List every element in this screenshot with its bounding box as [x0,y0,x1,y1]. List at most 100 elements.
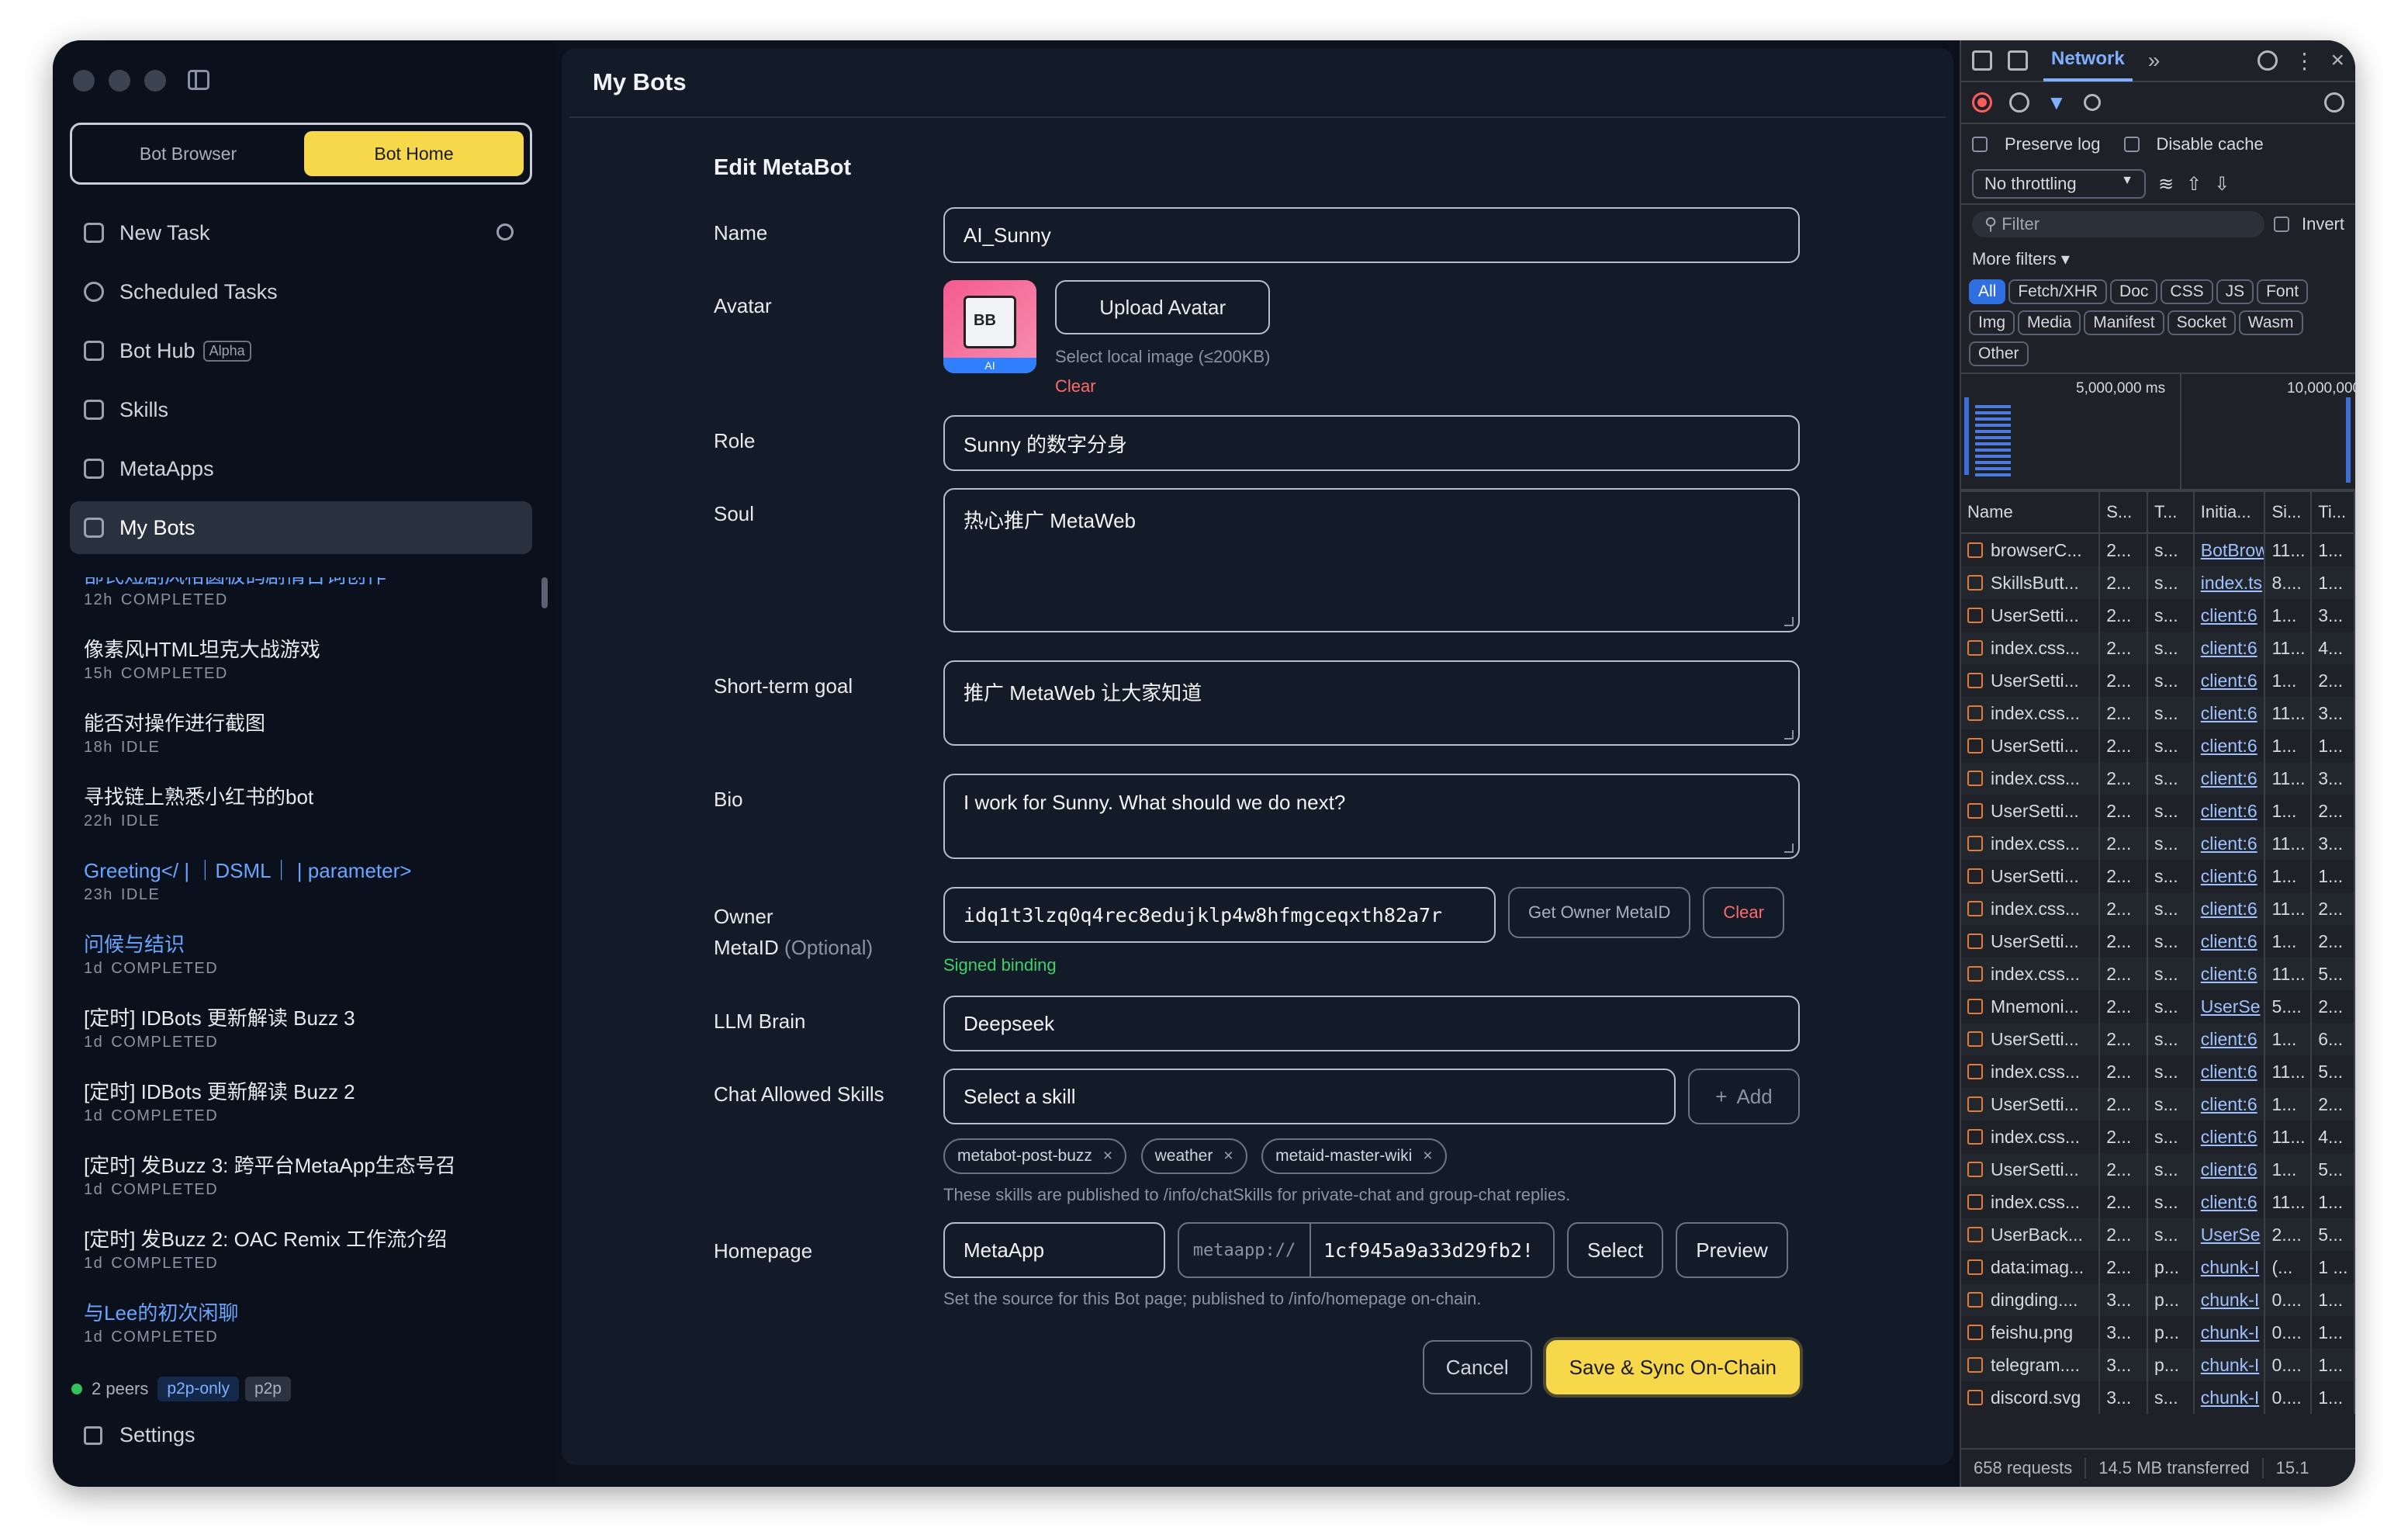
disable-cache-checkbox[interactable] [2123,137,2140,152]
table-cell[interactable]: client:6 [2195,632,2266,664]
table-cell[interactable]: client:6 [2195,1153,2266,1186]
table-cell[interactable]: client:6 [2195,892,2266,925]
owner-clear-button[interactable]: Clear [1703,887,1784,938]
task-item[interactable]: [定时] 发Buzz 2: OAC Remix 工作流介绍 1d COMPLETE… [70,1224,532,1297]
task-item[interactable]: 像素风HTML坦克大战游戏 15h COMPLETED [70,634,532,708]
column-header[interactable]: Si... [2265,492,2313,532]
kebab-menu-icon[interactable]: ⋮ [2293,48,2315,74]
table-row[interactable]: UserSetti... 2... s... client:6 1... 6... [1961,1023,2355,1055]
clear-icon[interactable] [2009,92,2029,113]
filter-css[interactable]: CSS [2161,279,2213,304]
tab-network[interactable]: Network [2043,40,2133,81]
table-row[interactable]: feishu.png 3... p... chunk-I 0.... 1... [1961,1316,2355,1349]
save-sync-button[interactable]: Save & Sync On-Chain [1545,1340,1800,1394]
remove-skill-icon[interactable]: × [1423,1147,1432,1166]
table-cell[interactable]: client:6 [2195,1121,2266,1153]
column-header[interactable]: Ti... [2312,492,2355,532]
filter-wasm[interactable]: Wasm [2238,310,2303,335]
close-icon[interactable]: × [2330,47,2344,74]
owner-metaid-input[interactable]: idq1t3lzq0q4rec8edujklp4w8hfmgceqxth82a7… [943,887,1496,943]
table-row[interactable]: index.css... 2... s... client:6 11... 3... [1961,827,2355,860]
filter-media[interactable]: Media [2018,310,2081,335]
table-row[interactable]: index.css... 2... s... client:6 11... 5... [1961,1055,2355,1088]
table-row[interactable]: UserSetti... 2... s... client:6 1... 2... [1961,664,2355,697]
table-cell[interactable]: UserSe [2195,990,2266,1023]
table-row[interactable]: index.css... 2... s... client:6 11... 3... [1961,762,2355,795]
table-row[interactable]: browserC... 2... s... BotBrow 11... 1... [1961,534,2355,566]
preview-homepage-button[interactable]: Preview [1676,1222,1788,1278]
preserve-log-checkbox[interactable] [1972,137,1988,152]
more-tabs-icon[interactable]: » [2148,48,2161,73]
column-header[interactable]: T... [2148,492,2195,532]
table-cell[interactable]: chunk-I [2195,1283,2266,1316]
task-item[interactable]: 问候与结识 1d COMPLETED [70,929,532,1003]
tab-bot-home[interactable]: Bot Home [304,131,524,176]
filter-other[interactable]: Other [1969,341,2029,366]
table-row[interactable]: UserSetti... 2... s... client:6 1... 2... [1961,1088,2355,1121]
filter-fetch-xhr[interactable]: Fetch/XHR [2008,279,2108,304]
table-row[interactable]: UserBack... 2... s... UserSe 2.... 5... [1961,1218,2355,1251]
maximize-window-button[interactable] [144,70,166,92]
table-row[interactable]: UserSetti... 2... s... client:6 1... 5... [1961,1153,2355,1186]
task-item[interactable]: 寻找链上熟悉小红书的bot 22h IDLE [70,781,532,855]
filter-input[interactable]: ⚲ Filter [1972,211,2264,237]
table-row[interactable]: index.css... 2... s... client:6 11... 2... [1961,892,2355,925]
upload-icon[interactable]: ⇧ [2186,173,2202,196]
table-cell[interactable]: client:6 [2195,697,2266,729]
wifi-icon[interactable]: ≋ [2158,173,2174,196]
search-icon[interactable] [2083,94,2101,111]
table-row[interactable]: UserSetti... 2... s... client:6 1... 2... [1961,795,2355,827]
llm-brain-select[interactable]: Deepseek [943,996,1800,1051]
table-cell[interactable]: client:6 [2195,795,2266,827]
invert-checkbox[interactable] [2273,216,2289,232]
search-icon[interactable] [496,223,514,241]
table-row[interactable]: data:imag... 2... p... chunk-I (... 1 ... [1961,1251,2355,1283]
network-timeline[interactable]: 5,000,000 ms 10,000,000 [1961,374,2355,490]
table-cell[interactable]: client:6 [2195,925,2266,958]
table-cell[interactable]: client:6 [2195,599,2266,632]
download-icon[interactable]: ⇩ [2214,173,2230,196]
table-cell[interactable]: client:6 [2195,958,2266,990]
table-cell[interactable]: chunk-I [2195,1349,2266,1381]
table-row[interactable]: index.css... 2... s... client:6 11... 1... [1961,1186,2355,1218]
table-cell[interactable]: client:6 [2195,664,2266,697]
short-term-goal-textarea[interactable]: 推广 MetaWeb 让大家知道 [943,660,1800,746]
table-cell[interactable]: client:6 [2195,1055,2266,1088]
table-row[interactable]: UserSetti... 2... s... client:6 1... 3... [1961,599,2355,632]
filter-js[interactable]: JS [2216,279,2254,304]
filter-icon[interactable]: ▼ [2046,91,2067,115]
task-item[interactable]: Greeting</ | ｜DSML｜ | parameter> 23h IDLE [70,855,532,929]
table-row[interactable]: index.css... 2... s... client:6 11... 3... [1961,697,2355,729]
task-item[interactable]: 与Lee的初次闲聊 1d COMPLETED [70,1297,532,1371]
throttling-select[interactable]: No throttling ▼ [1972,169,2146,199]
filter-doc[interactable]: Doc [2110,279,2158,304]
filter-manifest[interactable]: Manifest [2084,310,2164,335]
sidebar-item-skills[interactable]: Skills [70,383,532,436]
table-cell[interactable]: chunk-I [2195,1251,2266,1283]
task-item[interactable]: [定时] IDBots 更新解读 Buzz 3 1d COMPLETED [70,1003,532,1076]
homepage-id-input[interactable]: 1cf945a9a33d29fb2! [1311,1224,1553,1276]
table-cell[interactable]: chunk-I [2195,1381,2266,1414]
table-cell[interactable]: client:6 [2195,762,2266,795]
soul-textarea[interactable]: 热心推广 MetaWeb [943,488,1800,632]
sidebar-toggle-icon[interactable] [188,70,209,90]
filter-all[interactable]: All [1969,279,2006,304]
table-row[interactable]: telegram.... 3... p... chunk-I 0.... 1... [1961,1349,2355,1381]
table-cell[interactable]: client:6 [2195,827,2266,860]
table-cell[interactable]: UserSe [2195,1218,2266,1251]
table-cell[interactable]: client:6 [2195,729,2266,762]
bio-textarea[interactable]: I work for Sunny. What should we do next… [943,774,1800,859]
table-cell[interactable]: chunk-I [2195,1316,2266,1349]
homepage-type-select[interactable]: MetaApp [943,1222,1165,1278]
sidebar-item-new-task[interactable]: New Task [70,206,532,259]
task-item[interactable]: 能否对操作进行截图 18h IDLE [70,708,532,781]
task-list-scrollbar[interactable] [541,577,548,608]
table-cell[interactable]: index.ts [2195,566,2266,599]
table-row[interactable]: discord.svg 3... s... chunk-I 0.... 1... [1961,1381,2355,1414]
remove-skill-icon[interactable]: × [1223,1147,1233,1166]
device-toggle-icon[interactable] [2008,50,2028,71]
table-row[interactable]: index.css... 2... s... client:6 11... 5... [1961,958,2355,990]
table-cell[interactable]: client:6 [2195,1088,2266,1121]
minimize-window-button[interactable] [109,70,130,92]
task-item[interactable]: 部氏短剧风格圆板鸽剧情台词创作 12h COMPLETED [70,577,532,634]
